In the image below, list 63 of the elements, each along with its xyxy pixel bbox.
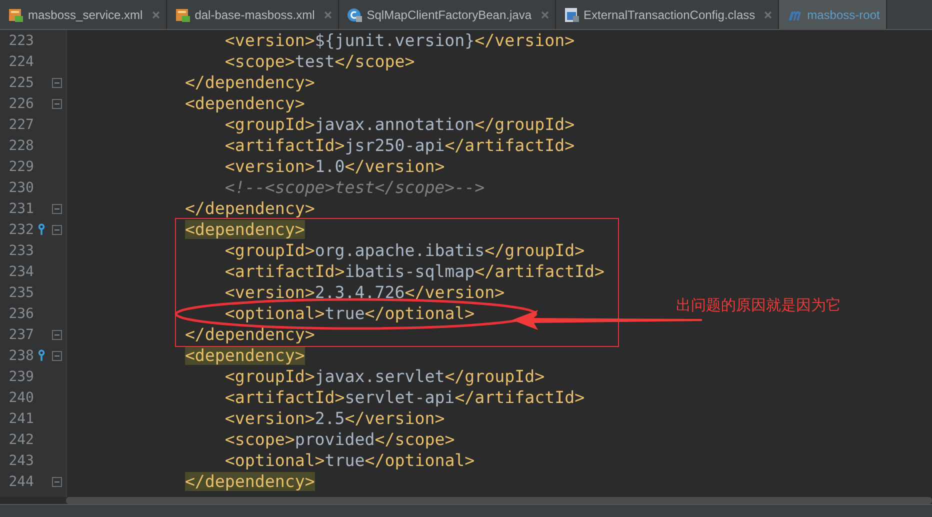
code-line: <version>${junit.version}</version> (224, 32, 575, 48)
close-icon[interactable] (324, 10, 332, 18)
line-number: 242 (8, 432, 34, 448)
class-icon (346, 6, 363, 22)
code-line: <optional>true</optional> (224, 452, 475, 468)
fold-icon[interactable] (52, 224, 62, 234)
code-line: <groupId>org.apache.ibatis</groupId> (224, 242, 585, 258)
line-number: 241 (8, 410, 34, 426)
line-number: 236 (8, 306, 34, 322)
code-line: <optional>true</optional> (224, 306, 475, 322)
line-number: 239 (8, 368, 34, 384)
line-number: 243 (8, 452, 34, 468)
line-number: 232 (8, 222, 34, 238)
annotation-note: 出问题的原因就是因为它 (676, 296, 841, 315)
line-number: 228 (8, 138, 34, 154)
line-number: 226 (8, 96, 34, 112)
editor-tab[interactable]: masboss_service.xml (0, 0, 167, 29)
line-number: 231 (8, 200, 34, 216)
editor-tab[interactable]: SqlMapClientFactoryBean.java (338, 0, 556, 29)
code-line: <scope>test</scope> (224, 54, 415, 70)
line-number: 224 (8, 54, 34, 70)
code-line: <scope>provided</scope> (224, 432, 455, 448)
implemented-icon[interactable] (36, 223, 46, 236)
fold-icon[interactable] (52, 330, 62, 340)
line-number: 238 (8, 348, 34, 364)
code-line: <groupId>javax.servlet</groupId> (224, 368, 545, 384)
code-line: <version>2.3.4.726</version> (224, 284, 505, 300)
code-line: </dependency> (184, 200, 315, 216)
code-line: <artifactId>servlet-api</artifactId> (224, 390, 585, 406)
code-line: <artifactId>ibatis-sqlmap</artifactId> (224, 264, 605, 280)
close-icon[interactable] (764, 10, 772, 18)
line-number: 227 (8, 116, 34, 132)
line-number: 223 (8, 32, 34, 48)
code-line: <artifactId>jsr250-api</artifactId> (224, 138, 575, 154)
line-number: 229 (8, 158, 34, 174)
line-number: 230 (8, 180, 34, 196)
code-line: <version>1.0</version> (224, 158, 445, 174)
close-icon[interactable] (152, 10, 160, 18)
fold-icon[interactable] (52, 204, 62, 214)
line-number: 225 (8, 74, 34, 90)
code-line: </dependency> (184, 326, 315, 342)
line-number: 240 (8, 390, 34, 406)
close-icon[interactable] (540, 10, 548, 18)
line-number: 237 (8, 326, 34, 342)
fold-icon[interactable] (52, 350, 62, 360)
line-number: 234 (8, 264, 34, 280)
fold-icon[interactable] (52, 98, 62, 108)
code-line: <!--<scope>test</scope>--> (224, 180, 485, 196)
code-line: </dependency> (184, 74, 315, 90)
class-file-icon (564, 6, 580, 22)
implemented-icon[interactable] (36, 349, 46, 362)
fold-icon[interactable] (52, 476, 62, 486)
line-number: 244 (8, 474, 34, 490)
fold-icon[interactable] (52, 78, 62, 88)
line-number: 233 (8, 242, 34, 258)
code-line: <groupId>javax.annotation</groupId> (224, 116, 575, 132)
xml-file-icon (8, 6, 24, 22)
editor-tab[interactable]: dal-base-masboss.xml (166, 0, 339, 29)
scrollbar[interactable] (66, 497, 932, 504)
code-line: <version>2.5</version> (224, 410, 445, 426)
line-number: 235 (8, 284, 34, 300)
code-line: <dependency> (184, 96, 305, 112)
xml-file-icon (174, 6, 191, 22)
